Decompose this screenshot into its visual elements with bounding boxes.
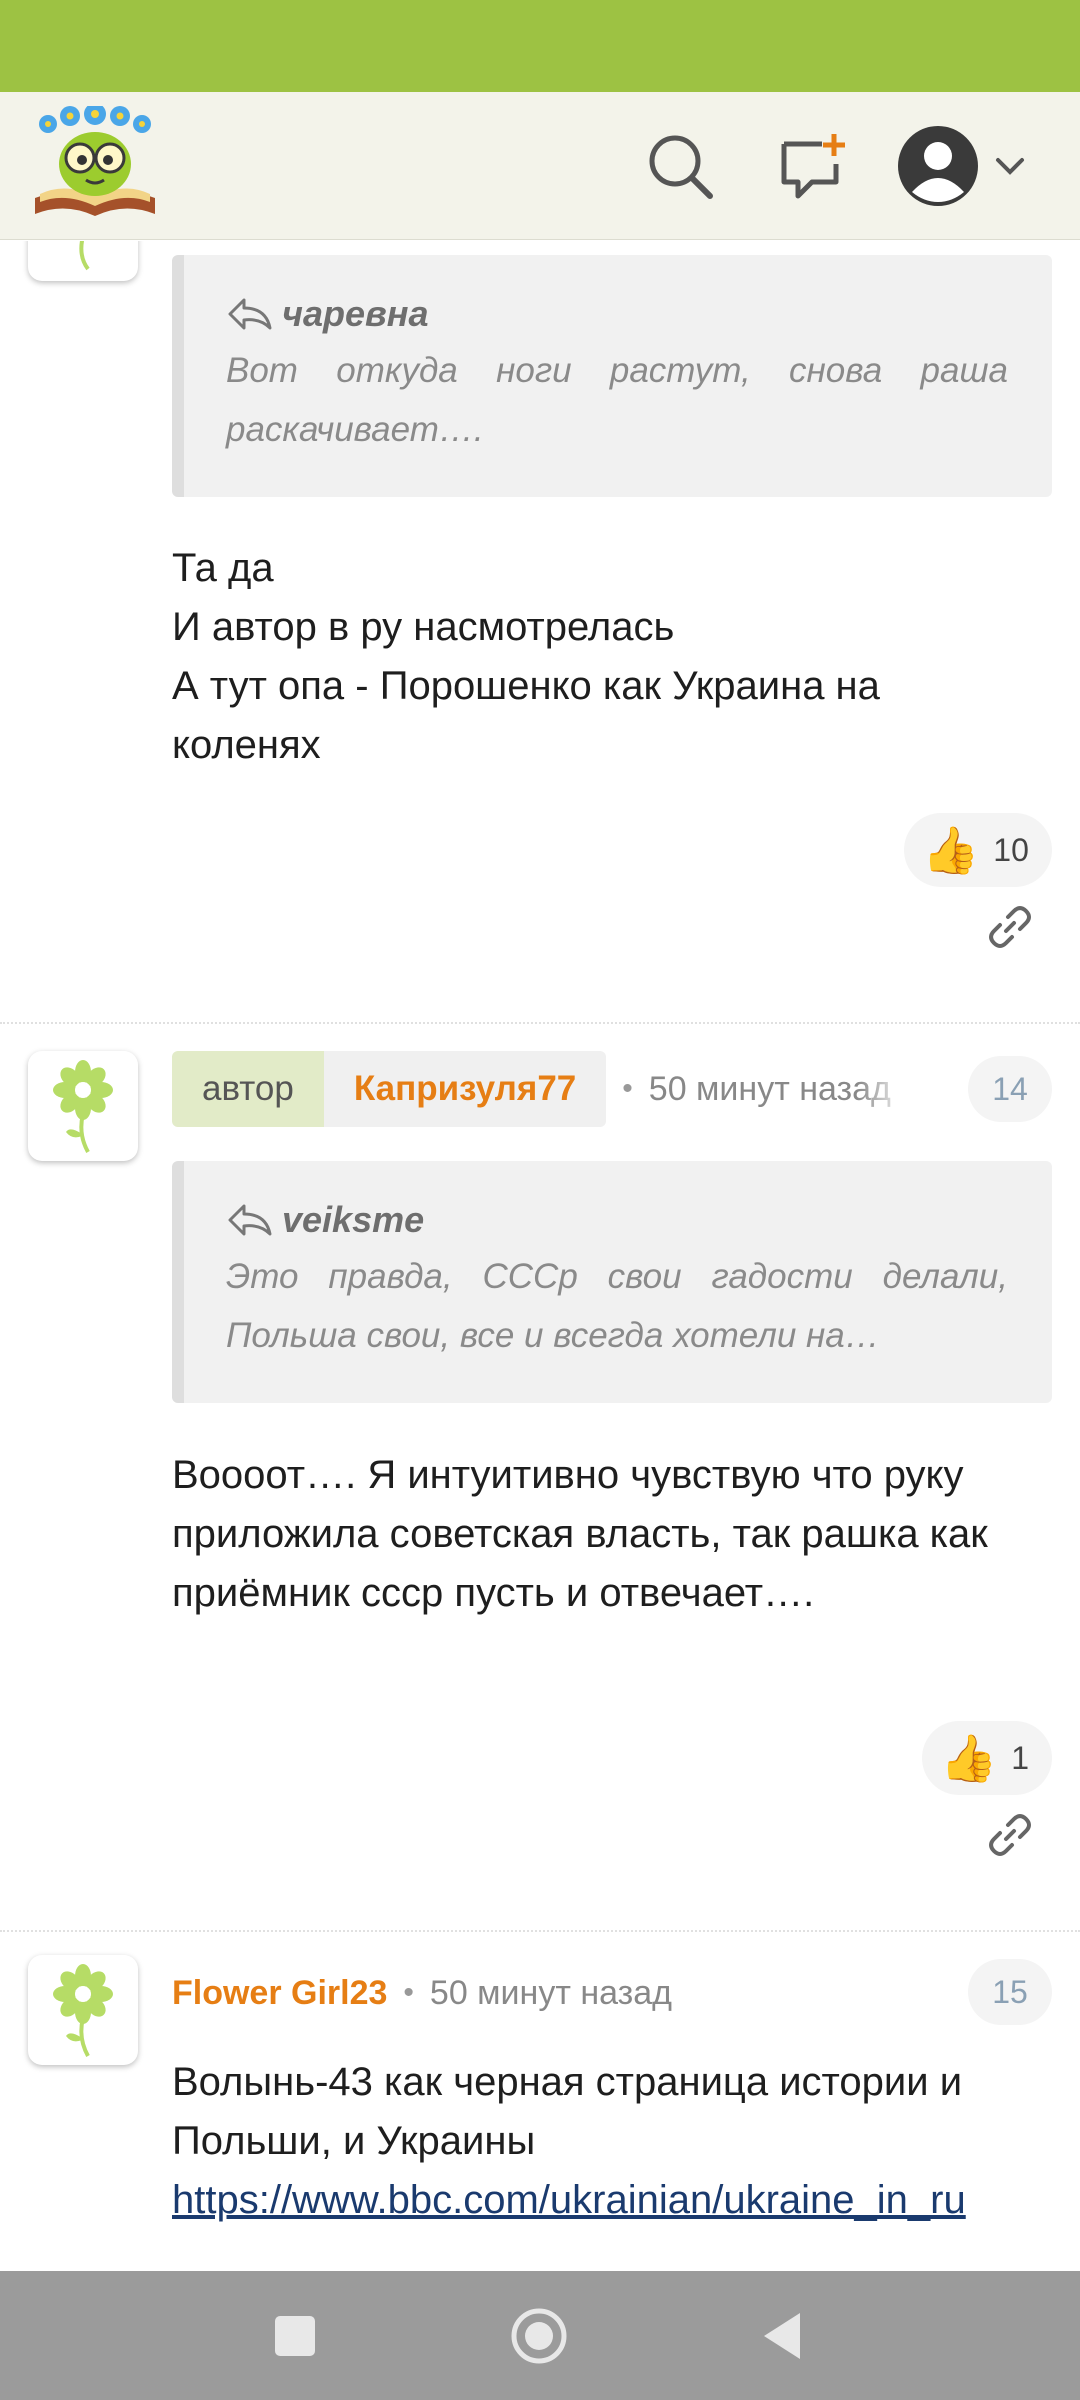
- recents-icon[interactable]: [258, 2299, 332, 2373]
- author-tag: автор: [172, 1051, 324, 1127]
- comment-time: 50 минут назад: [648, 1069, 891, 1108]
- separator-dot: •: [622, 1072, 633, 1105]
- comments-list: чаревна Вот откуда ноги растут, снова ра…: [0, 241, 1080, 2271]
- divider: [0, 1022, 1080, 1024]
- account-menu-button[interactable]: [896, 118, 1036, 214]
- comment-text: Воооот…. Я интуитивно чувствую что руку …: [172, 1446, 1052, 1623]
- quote-author-name[interactable]: veiksme: [282, 1199, 424, 1241]
- like-button[interactable]: 👍 1: [922, 1721, 1052, 1795]
- comment-time: 50 минут назад: [429, 1973, 672, 2012]
- comment-text: Та да И автор в ру насмотрелась А тут оп…: [172, 539, 1052, 775]
- comment-number[interactable]: 14: [968, 1056, 1052, 1122]
- chevron-down-icon: [996, 158, 1024, 175]
- app-header: [0, 92, 1080, 240]
- link-icon[interactable]: [982, 899, 1038, 955]
- like-button[interactable]: 👍 10: [904, 813, 1052, 887]
- author-name[interactable]: Flower Girl23: [172, 1974, 387, 2013]
- flower-avatar-icon: [53, 1964, 113, 2057]
- link-icon[interactable]: [982, 1807, 1038, 1863]
- search-icon[interactable]: [636, 122, 724, 210]
- comment-line: А тут опа - Порошенко как Украина на кол…: [172, 664, 880, 767]
- author-badge[interactable]: автор Капризуля77: [172, 1051, 607, 1127]
- quote-text: Вот откуда ноги растут, снова раша раска…: [226, 351, 1008, 449]
- flower-avatar-icon: [79, 241, 90, 271]
- status-bar: [0, 0, 1080, 92]
- divider: [0, 1930, 1080, 1932]
- comment-meta: автор Капризуля77 • 50 минут назад: [172, 1051, 909, 1127]
- comment-meta: Flower Girl23 • 50 минут назад: [172, 1971, 672, 2015]
- reply-arrow-icon: [228, 1204, 272, 1236]
- thumbs-up-icon: 👍: [922, 824, 980, 876]
- comment-line: И автор в ру насмотрелась: [172, 605, 675, 649]
- comment-number[interactable]: 15: [968, 1959, 1052, 2025]
- like-count: 10: [993, 831, 1029, 868]
- separator-dot: •: [403, 1976, 414, 2009]
- quote-author-name[interactable]: чаревна: [282, 293, 429, 335]
- comment-line: Та да: [172, 546, 274, 590]
- flower-avatar-icon: [53, 1060, 113, 1153]
- external-link[interactable]: https://www.bbc.com/ukrainian/ukraine_in…: [172, 2178, 966, 2222]
- avatar[interactable]: [28, 1051, 138, 1161]
- comment-line: Волынь-43 как черная страница истории и …: [172, 2060, 963, 2163]
- thumbs-up-icon: 👍: [940, 1732, 998, 1784]
- avatar[interactable]: [28, 241, 138, 281]
- chat-plus-icon[interactable]: [768, 122, 856, 210]
- comment-line: Воооот…. Я интуитивно чувствую что руку …: [172, 1453, 988, 1615]
- account-circle-icon: [898, 126, 978, 206]
- comment-text: Волынь-43 как черная страница истории и …: [172, 2053, 1052, 2230]
- quote-block: чаревна Вот откуда ноги растут, снова ра…: [172, 255, 1052, 497]
- bookworm-logo[interactable]: [30, 103, 160, 224]
- quote-block: veiksme Это правда, СССр свои гадости де…: [172, 1161, 1052, 1403]
- system-nav-bar: [0, 2271, 1080, 2400]
- author-name[interactable]: Капризуля77: [323, 1051, 607, 1127]
- home-icon[interactable]: [502, 2299, 576, 2373]
- reply-arrow-icon: [228, 298, 272, 330]
- avatar[interactable]: [28, 1955, 138, 2065]
- like-count: 1: [1011, 1739, 1030, 1776]
- back-icon[interactable]: [746, 2299, 820, 2373]
- quote-text: Это правда, СССр свои гадости делали, По…: [226, 1257, 1008, 1355]
